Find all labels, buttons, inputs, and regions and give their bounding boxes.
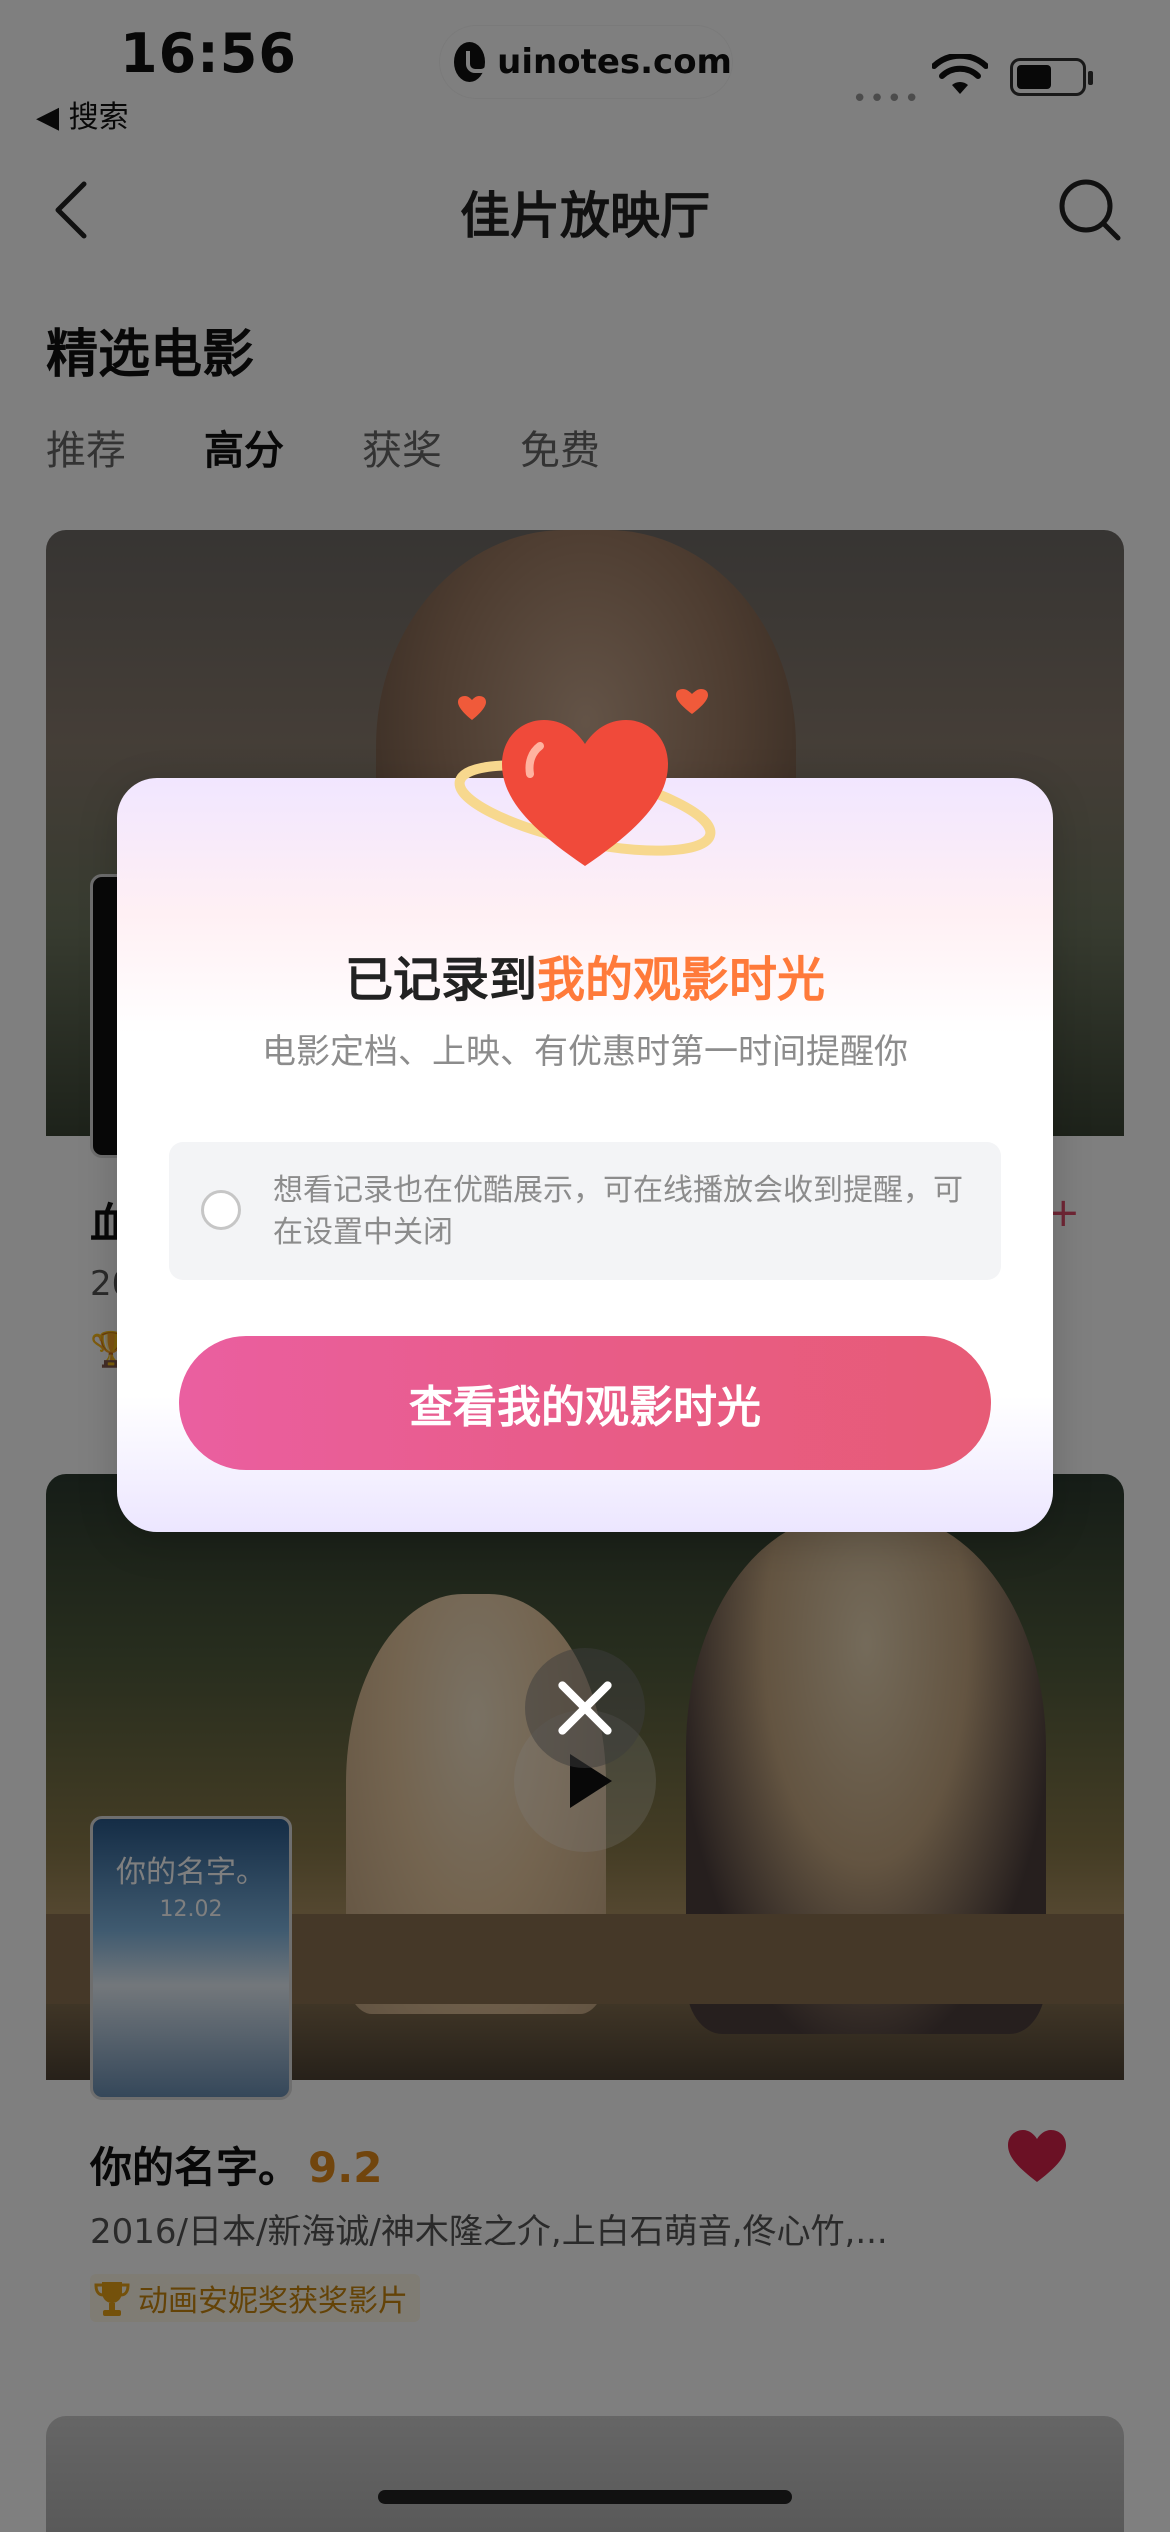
record-success-dialog: 已记录到我的观影时光 电影定档、上映、有优惠时第一时间提醒你 想看记录也在优酷展… — [117, 778, 1053, 1532]
dialog-title: 已记录到我的观影时光 — [117, 940, 1053, 1010]
radio-button[interactable] — [201, 1190, 241, 1230]
notice-text: 想看记录也在优酷展示，可在线播放会收到提醒，可在设置中关闭 — [273, 1173, 963, 1250]
heart-ring-icon — [454, 689, 716, 866]
dialog-title-accent: 我的观影时光 — [537, 952, 826, 1008]
close-dialog-button[interactable] — [525, 1648, 645, 1768]
sync-notice-option[interactable]: 想看记录也在优酷展示，可在线播放会收到提醒，可在设置中关闭 — [169, 1142, 1001, 1280]
page: 16:56 ◀ 搜索 uinotes.com •••• 佳片放映厅 精选电影 推… — [0, 0, 1170, 2532]
home-indicator — [378, 2490, 792, 2504]
dialog-title-plain: 已记录到 — [344, 952, 537, 1008]
dialog-subtitle: 电影定档、上映、有优惠时第一时间提醒你 — [262, 1032, 908, 1072]
view-my-movie-time-button[interactable]: 查看我的观影时光 — [179, 1336, 991, 1470]
